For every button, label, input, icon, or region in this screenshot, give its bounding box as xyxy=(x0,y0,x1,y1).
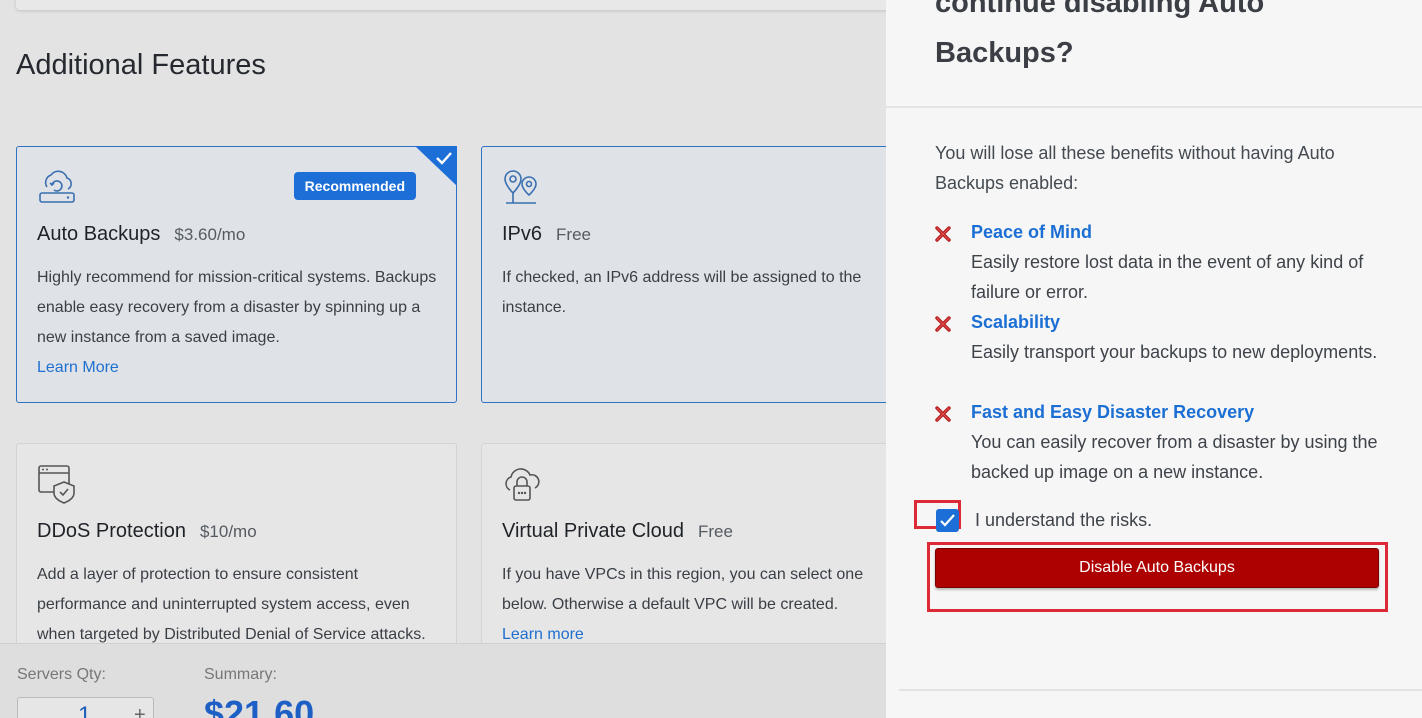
divider xyxy=(886,106,1422,108)
red-x-icon xyxy=(935,226,951,242)
card-description: Highly recommend for mission-critical sy… xyxy=(37,269,437,346)
drawer-intro: You will lose all these benefits without… xyxy=(935,143,1335,193)
benefit-description: Easily transport your backups to new dep… xyxy=(971,342,1378,362)
feature-card-ipv6[interactable]: IPv6 Free If checked, an IPv6 address wi… xyxy=(481,146,886,403)
increment-button[interactable]: + xyxy=(134,704,146,718)
selected-check-icon xyxy=(415,146,457,186)
card-title: IPv6 xyxy=(502,223,543,245)
card-description: If checked, an IPv6 address will be assi… xyxy=(502,269,862,316)
benefit-title: Peace of Mind xyxy=(971,222,1093,242)
card-price: $3.60/mo xyxy=(174,225,246,244)
summary-label: Summary: xyxy=(204,666,277,683)
benefit-description: Easily restore lost data in the event of… xyxy=(971,252,1364,302)
understand-risks-checkbox[interactable] xyxy=(936,509,959,532)
card-description: If you have VPCs in this region, you can… xyxy=(502,566,864,613)
previous-section-card xyxy=(16,0,886,10)
shield-window-icon xyxy=(38,465,75,504)
feature-card-auto-backups[interactable]: Recommended Auto Backups $3.60/mo Highly… xyxy=(16,146,457,403)
card-title: Auto Backups xyxy=(37,223,161,245)
red-x-icon xyxy=(935,316,951,332)
card-price: Free xyxy=(697,522,733,541)
card-price: $10/mo xyxy=(199,522,257,541)
servers-qty-label: Servers Qty: xyxy=(17,666,106,683)
understand-risks-label[interactable]: I understand the risks. xyxy=(975,510,1152,531)
benefit-description: You can easily recover from a disaster b… xyxy=(971,432,1378,482)
quantity-value: 1 xyxy=(78,702,92,718)
quantity-stepper[interactable]: 1 + xyxy=(17,697,154,718)
card-description: Add a layer of protection to ensure cons… xyxy=(37,566,426,643)
card-title: DDoS Protection xyxy=(37,520,186,542)
recommended-badge: Recommended xyxy=(293,172,416,200)
main-page: Additional Features Recommended Auto Bac… xyxy=(0,0,886,718)
benefit-title: Fast and Easy Disaster Recovery xyxy=(971,402,1255,422)
disable-auto-backups-button[interactable]: Disable Auto Backups xyxy=(935,548,1379,588)
card-title: Virtual Private Cloud xyxy=(502,520,684,542)
divider xyxy=(899,689,1422,691)
red-x-icon xyxy=(935,406,951,422)
order-summary-bar: Servers Qty: 1 + Summary: $21.60 xyxy=(0,643,886,718)
benefit-title: Scalability xyxy=(971,312,1061,332)
map-pin-icon xyxy=(504,170,537,204)
drawer-title: continue disabling Auto Backups? xyxy=(935,0,1265,69)
card-price: Free xyxy=(556,225,591,244)
cloud-backup-icon xyxy=(39,170,75,203)
cloud-lock-icon xyxy=(505,468,540,501)
summary-total: $21.60 xyxy=(204,693,315,718)
checkmark-icon xyxy=(940,514,955,527)
section-title: Additional Features xyxy=(16,49,266,81)
learn-more-link[interactable]: Learn More xyxy=(37,353,442,383)
